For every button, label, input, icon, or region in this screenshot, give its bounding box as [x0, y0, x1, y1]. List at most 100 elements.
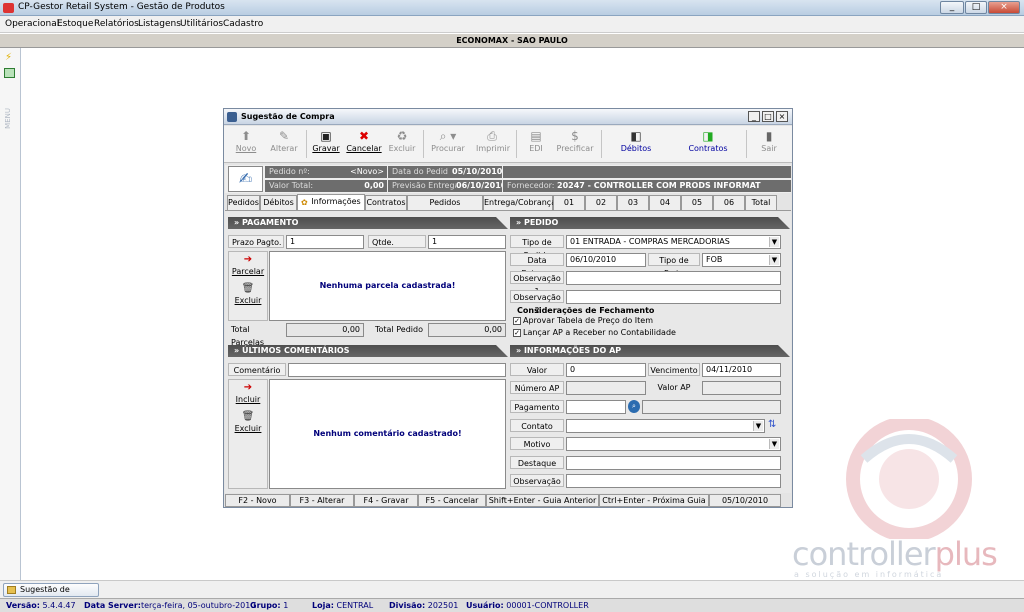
f2-novo-key[interactable]: F2 - Novo — [225, 494, 290, 507]
proxima-guia-key[interactable]: Ctrl+Enter - Próxima Guia — [599, 494, 709, 507]
side-menu-label: MENU — [4, 108, 12, 129]
pagamento-input[interactable] — [566, 400, 626, 414]
menu-listagens[interactable]: Listagens — [138, 19, 181, 29]
close-button[interactable]: × — [988, 1, 1020, 14]
parcelas-input[interactable]: 1 — [428, 235, 506, 249]
alterar-button[interactable]: ✎ Alterar — [267, 128, 301, 161]
edi-button[interactable]: ▤ EDI — [523, 128, 549, 161]
imprimir-button[interactable]: ⎙ Imprimir — [476, 128, 510, 161]
aprovar-tabela-checkbox[interactable]: ✓ Aprovar Tabela de Preço do Item — [513, 316, 653, 326]
tab-contratos[interactable]: Contratos — [365, 195, 407, 210]
price-icon: $ — [571, 129, 579, 143]
obs2-label: Observação 2 — [510, 290, 564, 315]
dialog-close-button[interactable]: × — [776, 111, 788, 122]
dialog-minimize-button[interactable]: _ — [748, 111, 760, 122]
novo-button[interactable]: ⬆ Novo — [230, 128, 262, 161]
dialog-toolbar: ⬆ Novo ✎ Alterar ▣ Gravar ✖ Cancelar ♻ Exclui… — [224, 126, 792, 163]
menu-cadastro[interactable]: Cadastro — [223, 19, 263, 29]
tipo-frete-select[interactable]: FOB ▼ — [702, 253, 781, 267]
maximize-button[interactable]: □ — [965, 1, 987, 14]
loja-value: CENTRAL — [336, 601, 374, 610]
side-menu-panel[interactable]: ⚡ MENU — [0, 48, 21, 580]
tab-06[interactable]: 06 — [713, 195, 745, 210]
valor-ap-label: Valor AP — [657, 383, 691, 392]
excluir-comentario-button[interactable]: 🗑 Excluir — [231, 411, 265, 434]
grupo-label: Grupo: — [250, 601, 281, 610]
excluir-parcela-button[interactable]: 🗑 Excluir — [231, 284, 265, 306]
tab-05[interactable]: 05 — [681, 195, 713, 210]
trash-icon: 🗑 — [241, 411, 255, 422]
incluir-icon: ➔ — [243, 382, 253, 393]
tab-01[interactable]: 01 — [553, 195, 585, 210]
menu-operacional[interactable]: Operacional — [5, 19, 59, 29]
grupo-value: 1 — [283, 601, 289, 610]
previsao-label: Previsão Entrega: — [388, 180, 456, 192]
gravar-button[interactable]: ▣ Gravar — [311, 128, 341, 161]
guia-anterior-key[interactable]: Shift+Enter - Guia Anterior — [486, 494, 599, 507]
add-contact-icon[interactable]: ⇅ — [768, 419, 776, 430]
f5-cancelar-key[interactable]: F5 - Cancelar — [418, 494, 486, 507]
screen-icon[interactable] — [4, 68, 15, 78]
task-sugestao-compra[interactable]: Sugestão de Compra — [3, 583, 99, 606]
total-parcelas-value: 0,00 — [286, 323, 364, 337]
tab-pedidos[interactable]: Pedidos — [227, 195, 260, 210]
tab-informacoes[interactable]: ✿ Informações — [297, 194, 365, 210]
vencimento-input[interactable]: 04/11/2010 — [702, 363, 781, 377]
obs1-input[interactable] — [566, 271, 781, 285]
menu-estoque[interactable]: Estoque — [57, 19, 93, 29]
f4-gravar-key[interactable]: F4 - Gravar — [354, 494, 418, 507]
valor-total-label: Valor Total: — [265, 180, 345, 192]
incluir-button[interactable]: ➔ Incluir — [231, 382, 265, 405]
tab-debitos[interactable]: Débitos — [260, 195, 297, 210]
parcelas-grid[interactable]: Nenhuma parcela cadastrada! — [269, 251, 506, 321]
menu-relatorios[interactable]: Relatórios — [94, 19, 139, 29]
sair-button[interactable]: ▮ Sair — [754, 128, 784, 161]
cancelar-button[interactable]: ✖ Cancelar — [346, 128, 382, 161]
dialog-date: 05/10/2010 — [709, 494, 781, 507]
precificar-button[interactable]: $ Precificar — [555, 128, 595, 161]
tab-pedidos-pendentes[interactable]: Pedidos Pendentes — [407, 195, 483, 220]
procurar-button[interactable]: ⌕ ▾ Procurar — [428, 128, 468, 161]
pedido-value: <Novo> — [345, 166, 387, 178]
parcelar-button[interactable]: ➔ Parcelar — [231, 255, 265, 277]
pagamento-actions: ➔ Parcelar 🗑 Excluir — [228, 251, 268, 321]
tipo-pedido-select[interactable]: 01 ENTRADA - COMPRAS MERCADORIAS ▼ — [566, 235, 781, 249]
tab-04[interactable]: 04 — [649, 195, 681, 210]
valor-input[interactable]: 0 — [566, 363, 646, 377]
f3-alterar-key[interactable]: F3 - Alterar — [290, 494, 354, 507]
lightning-icon[interactable]: ⚡ — [5, 52, 12, 63]
comentario-actions: ➔ Incluir 🗑 Excluir — [228, 379, 268, 489]
contratos-button[interactable]: ◨ Contratos — [686, 128, 730, 161]
contato-select[interactable]: ▼ — [566, 419, 765, 433]
status-bar: Versão: 5.4.4.47 Data Server:terça-feira… — [0, 598, 1024, 612]
company-banner: ECONOMAX - SAO PAULO — [0, 34, 1024, 48]
excluir-button[interactable]: ♻ Excluir — [387, 128, 417, 161]
obs1-label: Observação 1 — [510, 271, 564, 296]
destaque-input[interactable] — [566, 456, 781, 470]
pedido-section-header: » PEDIDO — [510, 217, 790, 229]
dialog-maximize-button[interactable]: □ — [762, 111, 774, 122]
prazo-input[interactable]: 1 — [286, 235, 364, 249]
obs2-input[interactable] — [566, 290, 781, 304]
lancar-ap-checkbox[interactable]: ✓ Lançar AP a Receber no Contabilidade — [513, 328, 676, 338]
debitos-button[interactable]: ◧ Débitos — [616, 128, 656, 161]
info-tab-icon: ✿ — [301, 198, 308, 207]
comentario-input[interactable] — [288, 363, 506, 377]
observacao-input[interactable] — [566, 474, 781, 488]
previsao-value: 06/10/2010 — [456, 180, 502, 192]
tab-total[interactable]: Total — [745, 195, 777, 210]
tab-entrega-cobranca[interactable]: Entrega/Cobrança — [483, 195, 556, 210]
server-label: Data Server: — [84, 601, 141, 610]
motivo-select[interactable]: ▼ — [566, 437, 781, 451]
total-pedido-label: Total Pedido — [375, 325, 423, 334]
new-icon: ⬆ — [240, 129, 252, 143]
globe-search-icon[interactable]: ⌕ — [628, 400, 640, 413]
tab-03[interactable]: 03 — [617, 195, 649, 210]
data-entrega-input[interactable]: 06/10/2010 — [566, 253, 646, 267]
comentarios-grid[interactable]: Nenhum comentário cadastrado! — [269, 379, 506, 489]
data-pedido-label: Data do Pedido: — [388, 166, 448, 178]
minimize-button[interactable]: _ — [940, 1, 964, 14]
tab-02[interactable]: 02 — [585, 195, 617, 210]
menu-utilitarios[interactable]: Utilitários — [180, 19, 223, 29]
sugestao-compra-dialog: Sugestão de Compra _ □ × ⬆ Novo ✎ Alterar … — [223, 108, 793, 508]
